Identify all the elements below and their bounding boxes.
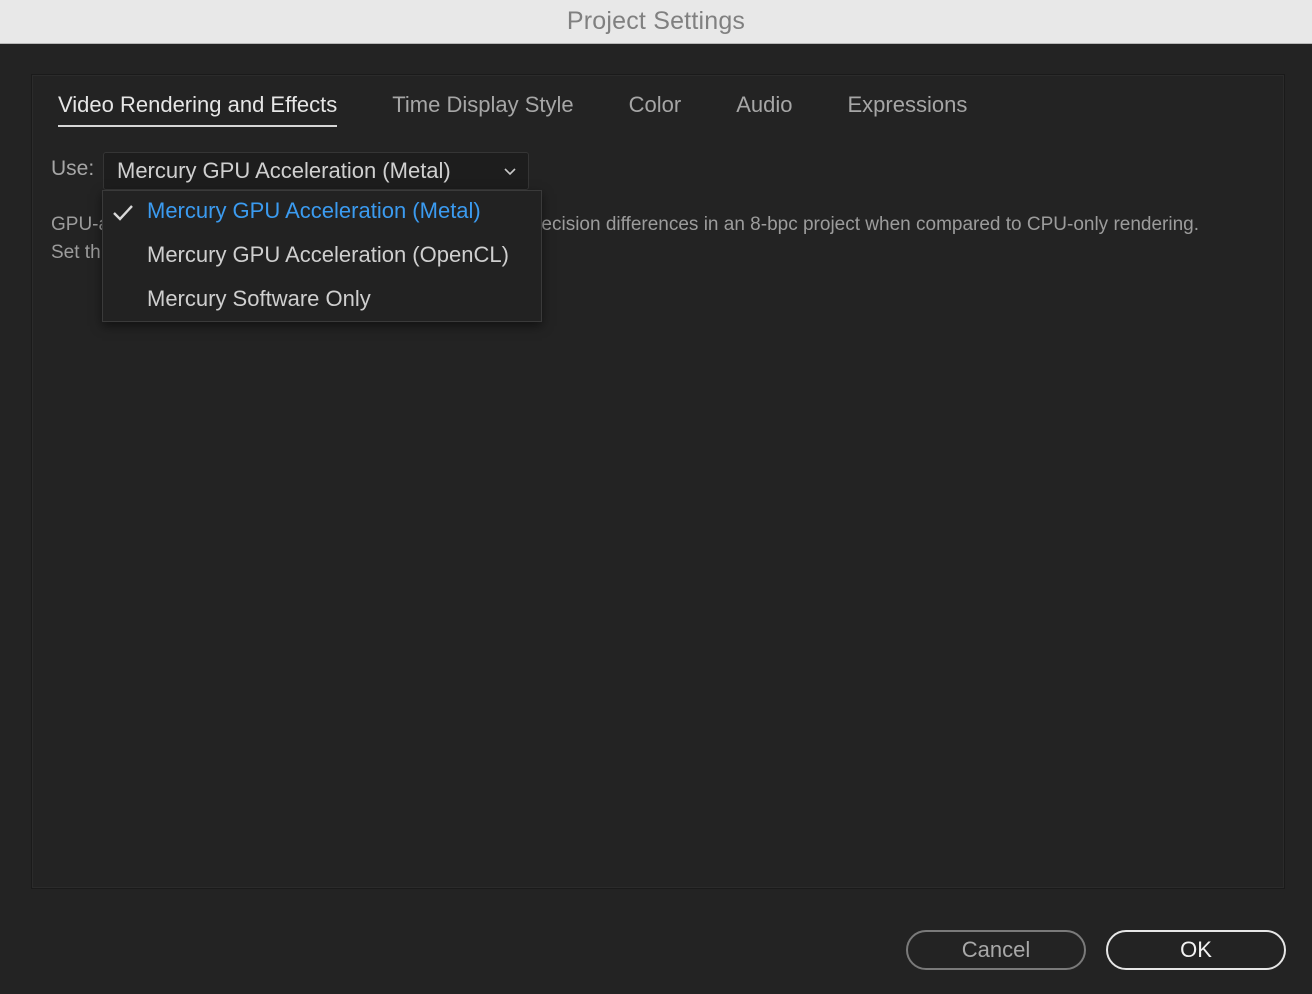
menu-item-label: Mercury GPU Acceleration (Metal) xyxy=(147,198,481,223)
menu-item-label: Mercury GPU Acceleration (OpenCL) xyxy=(147,242,509,267)
checkmark-icon xyxy=(113,205,133,221)
menu-item-label: Mercury Software Only xyxy=(147,286,371,311)
window-title: Project Settings xyxy=(566,7,746,35)
tab-time-display-style[interactable]: Time Display Style xyxy=(392,89,573,125)
project-settings-window: Project Settings Video Rendering and Eff… xyxy=(0,0,1312,994)
menu-item-software-only[interactable]: Mercury Software Only xyxy=(103,279,541,323)
menu-item-opencl[interactable]: Mercury GPU Acceleration (OpenCL) xyxy=(103,235,541,279)
chevron-down-icon xyxy=(504,168,516,176)
description-line1-start: GPU-a xyxy=(51,214,110,235)
title-bar[interactable]: Project Settings xyxy=(0,0,1312,44)
ok-button[interactable]: OK xyxy=(1106,930,1286,970)
renderer-dropdown-value: Mercury GPU Acceleration (Metal) xyxy=(117,158,451,183)
tab-color[interactable]: Color xyxy=(629,89,682,125)
use-label: Use: xyxy=(51,157,95,180)
tab-bar: Video Rendering and Effects Time Display… xyxy=(58,89,967,129)
cancel-button[interactable]: Cancel xyxy=(906,930,1086,970)
description-line1-end: recision differences in an 8-bpc project… xyxy=(535,214,1200,235)
renderer-dropdown-menu: Mercury GPU Acceleration (Metal) Mercury… xyxy=(102,190,542,322)
menu-item-metal[interactable]: Mercury GPU Acceleration (Metal) xyxy=(103,191,541,235)
tab-expressions[interactable]: Expressions xyxy=(847,89,967,125)
tab-audio[interactable]: Audio xyxy=(736,89,792,125)
renderer-dropdown[interactable]: Mercury GPU Acceleration (Metal) xyxy=(103,152,529,190)
tab-video-rendering-and-effects[interactable]: Video Rendering and Effects xyxy=(58,89,338,127)
